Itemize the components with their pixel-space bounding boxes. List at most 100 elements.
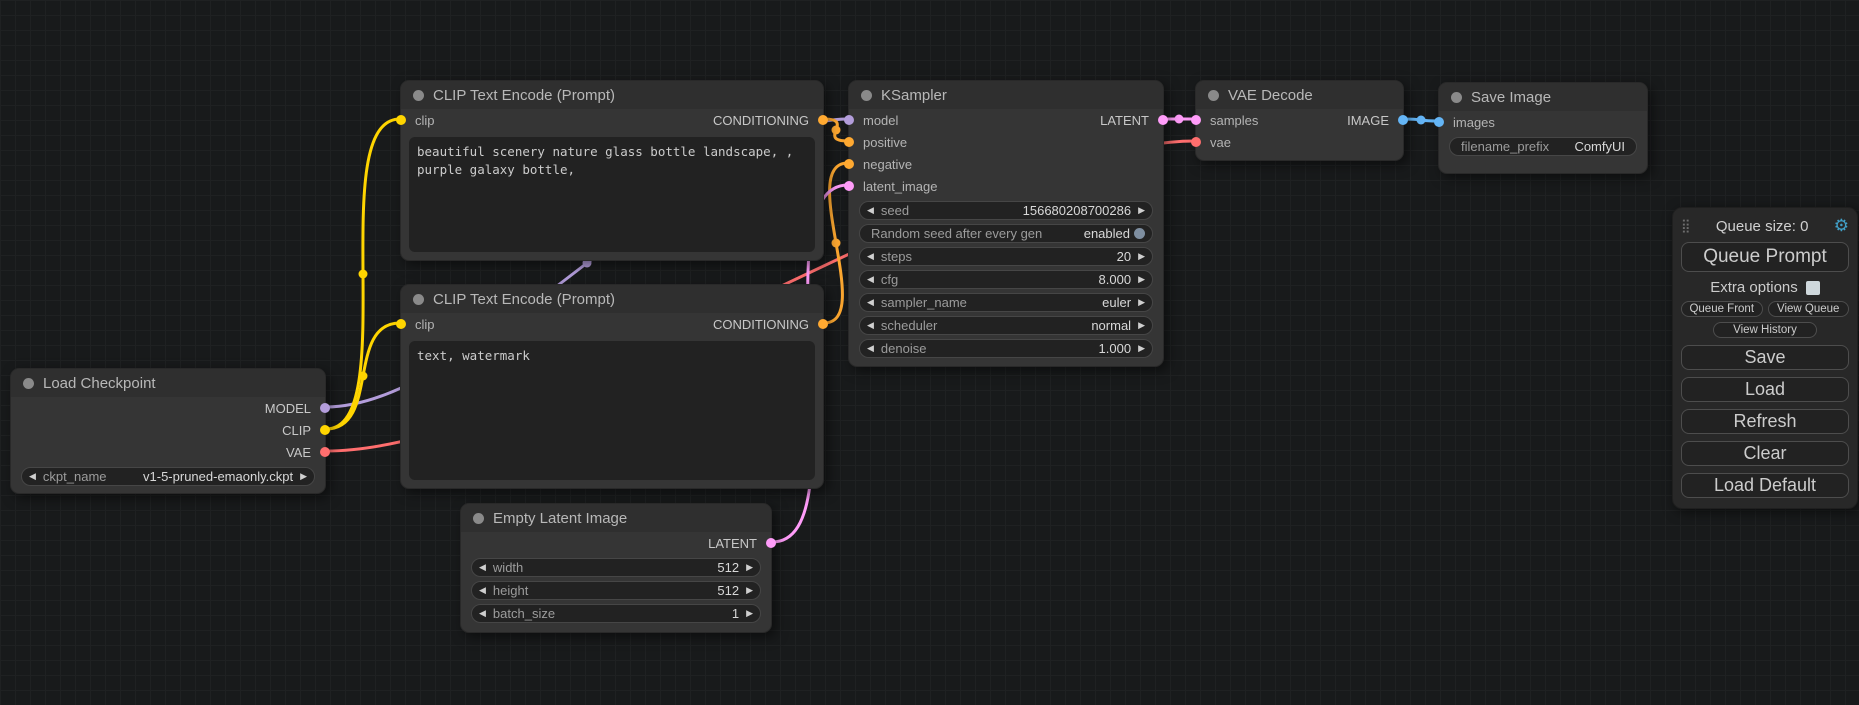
refresh-button[interactable]: Refresh	[1681, 409, 1849, 434]
input-dot-clip[interactable]	[396, 115, 406, 125]
node-title-bar[interactable]: Load Checkpoint	[11, 369, 325, 397]
node-empty-latent-image[interactable]: Empty Latent Image LATENT ◀ width 512 ▶ …	[460, 503, 772, 633]
extra-options-label: Extra options	[1710, 279, 1798, 296]
node-title: CLIP Text Encode (Prompt)	[433, 87, 615, 104]
input-dot-samples[interactable]	[1191, 115, 1201, 125]
collapse-dot-icon[interactable]	[1208, 90, 1219, 101]
node-load-checkpoint[interactable]: Load Checkpoint MODEL CLIP VAE ◀ ckpt_na…	[10, 368, 326, 494]
extra-options-checkbox[interactable]	[1806, 281, 1820, 295]
widget-scheduler[interactable]: ◀ scheduler normal ▶	[859, 316, 1153, 335]
widget-cfg[interactable]: ◀ cfg 8.000 ▶	[859, 270, 1153, 289]
node-title-bar[interactable]: VAE Decode	[1196, 81, 1403, 109]
node-ksampler[interactable]: KSampler model LATENT positive negative …	[848, 80, 1164, 367]
arrow-right-icon[interactable]: ▶	[746, 586, 753, 595]
widget-ckpt-name[interactable]: ◀ ckpt_name v1-5-pruned-emaonly.ckpt ▶	[21, 467, 315, 486]
arrow-right-icon[interactable]: ▶	[1138, 206, 1145, 215]
slot-row-clip-conditioning: clip CONDITIONING	[401, 313, 823, 335]
output-dot-vae[interactable]	[320, 447, 330, 457]
load-default-button[interactable]: Load Default	[1681, 473, 1849, 498]
node-title-bar[interactable]: KSampler	[849, 81, 1163, 109]
queue-actions-row: Queue Front View Queue	[1681, 301, 1849, 317]
view-queue-button[interactable]: View Queue	[1768, 301, 1850, 317]
arrow-left-icon[interactable]: ◀	[867, 344, 874, 353]
arrow-right-icon[interactable]: ▶	[1138, 252, 1145, 261]
arrow-right-icon[interactable]: ▶	[746, 609, 753, 618]
output-slot-model: MODEL	[11, 397, 325, 419]
input-dot-positive[interactable]	[844, 137, 854, 147]
collapse-dot-icon[interactable]	[23, 378, 34, 389]
arrow-left-icon[interactable]: ◀	[867, 275, 874, 284]
collapse-dot-icon[interactable]	[413, 294, 424, 305]
arrow-left-icon[interactable]: ◀	[867, 206, 874, 215]
comfy-menu-panel: ⣿ Queue size: 0 ⚙ Queue Prompt Extra opt…	[1672, 207, 1858, 509]
widget-denoise[interactable]: ◀ denoise 1.000 ▶	[859, 339, 1153, 358]
arrow-right-icon[interactable]: ▶	[746, 563, 753, 572]
save-button[interactable]: Save	[1681, 345, 1849, 370]
collapse-dot-icon[interactable]	[1451, 92, 1462, 103]
slot-row-model-latent: model LATENT	[849, 109, 1163, 131]
arrow-left-icon[interactable]: ◀	[479, 609, 486, 618]
node-save-image[interactable]: Save Image images filename_prefix ComfyU…	[1438, 82, 1648, 174]
collapse-dot-icon[interactable]	[473, 513, 484, 524]
node-clip-text-encode-negative[interactable]: CLIP Text Encode (Prompt) clip CONDITION…	[400, 284, 824, 489]
widget-height[interactable]: ◀ height 512 ▶	[471, 581, 761, 600]
node-title: CLIP Text Encode (Prompt)	[433, 291, 615, 308]
node-clip-text-encode-positive[interactable]: CLIP Text Encode (Prompt) clip CONDITION…	[400, 80, 824, 261]
output-dot-model[interactable]	[320, 403, 330, 413]
widget-filename-prefix[interactable]: filename_prefix ComfyUI	[1449, 137, 1637, 156]
node-graph-canvas[interactable]: Load Checkpoint MODEL CLIP VAE ◀ ckpt_na…	[0, 0, 1859, 705]
arrow-left-icon[interactable]: ◀	[867, 321, 874, 330]
input-dot-latent-image[interactable]	[844, 181, 854, 191]
collapse-dot-icon[interactable]	[861, 90, 872, 101]
widget-sampler-name[interactable]: ◀ sampler_name euler ▶	[859, 293, 1153, 312]
slot-row-samples-image: samples IMAGE	[1196, 109, 1403, 131]
output-dot-conditioning[interactable]	[818, 319, 828, 329]
queue-front-button[interactable]: Queue Front	[1681, 301, 1763, 317]
output-dot-image[interactable]	[1398, 115, 1408, 125]
prompt-textarea[interactable]: beautiful scenery nature glass bottle la…	[409, 137, 815, 252]
arrow-left-icon[interactable]: ◀	[867, 298, 874, 307]
node-vae-decode[interactable]: VAE Decode samples IMAGE vae	[1195, 80, 1404, 161]
input-dot-negative[interactable]	[844, 159, 854, 169]
node-title: Empty Latent Image	[493, 510, 627, 527]
arrow-left-icon[interactable]: ◀	[29, 472, 36, 481]
settings-gear-icon[interactable]: ⚙	[1834, 216, 1849, 236]
arrow-left-icon[interactable]: ◀	[867, 252, 874, 261]
input-slot-positive: positive	[849, 131, 1163, 153]
clear-button[interactable]: Clear	[1681, 441, 1849, 466]
node-title-bar[interactable]: Empty Latent Image	[461, 504, 771, 532]
node-title-bar[interactable]: CLIP Text Encode (Prompt)	[401, 285, 823, 313]
widget-random-seed-toggle[interactable]: Random seed after every gen enabled	[859, 224, 1153, 243]
arrow-right-icon[interactable]: ▶	[300, 472, 307, 481]
collapse-dot-icon[interactable]	[413, 90, 424, 101]
arrow-left-icon[interactable]: ◀	[479, 586, 486, 595]
output-dot-latent[interactable]	[766, 538, 776, 548]
arrow-right-icon[interactable]: ▶	[1138, 275, 1145, 284]
widget-width[interactable]: ◀ width 512 ▶	[471, 558, 761, 577]
output-dot-latent[interactable]	[1158, 115, 1168, 125]
input-dot-vae[interactable]	[1191, 137, 1201, 147]
arrow-right-icon[interactable]: ▶	[1138, 298, 1145, 307]
input-dot-model[interactable]	[844, 115, 854, 125]
queue-prompt-button[interactable]: Queue Prompt	[1681, 242, 1849, 272]
arrow-left-icon[interactable]: ◀	[479, 563, 486, 572]
widget-batch-size[interactable]: ◀ batch_size 1 ▶	[471, 604, 761, 623]
prompt-textarea[interactable]: text, watermark	[409, 341, 815, 480]
arrow-right-icon[interactable]: ▶	[1138, 344, 1145, 353]
node-title-bar[interactable]: Save Image	[1439, 83, 1647, 111]
wire-midpoint-dot-clip-positive	[359, 270, 368, 279]
slot-row-clip-conditioning: clip CONDITIONING	[401, 109, 823, 131]
input-dot-clip[interactable]	[396, 319, 406, 329]
load-button[interactable]: Load	[1681, 377, 1849, 402]
widget-seed[interactable]: ◀ seed 156680208700286 ▶	[859, 201, 1153, 220]
drag-handle-icon[interactable]: ⣿	[1681, 218, 1691, 234]
input-dot-images[interactable]	[1434, 117, 1444, 127]
toggle-knob-icon[interactable]	[1134, 228, 1145, 239]
view-history-button[interactable]: View History	[1713, 322, 1817, 338]
wire-midpoint-dot-image	[1417, 116, 1426, 125]
node-title-bar[interactable]: CLIP Text Encode (Prompt)	[401, 81, 823, 109]
widget-steps[interactable]: ◀ steps 20 ▶	[859, 247, 1153, 266]
output-dot-conditioning[interactable]	[818, 115, 828, 125]
output-dot-clip[interactable]	[320, 425, 330, 435]
arrow-right-icon[interactable]: ▶	[1138, 321, 1145, 330]
